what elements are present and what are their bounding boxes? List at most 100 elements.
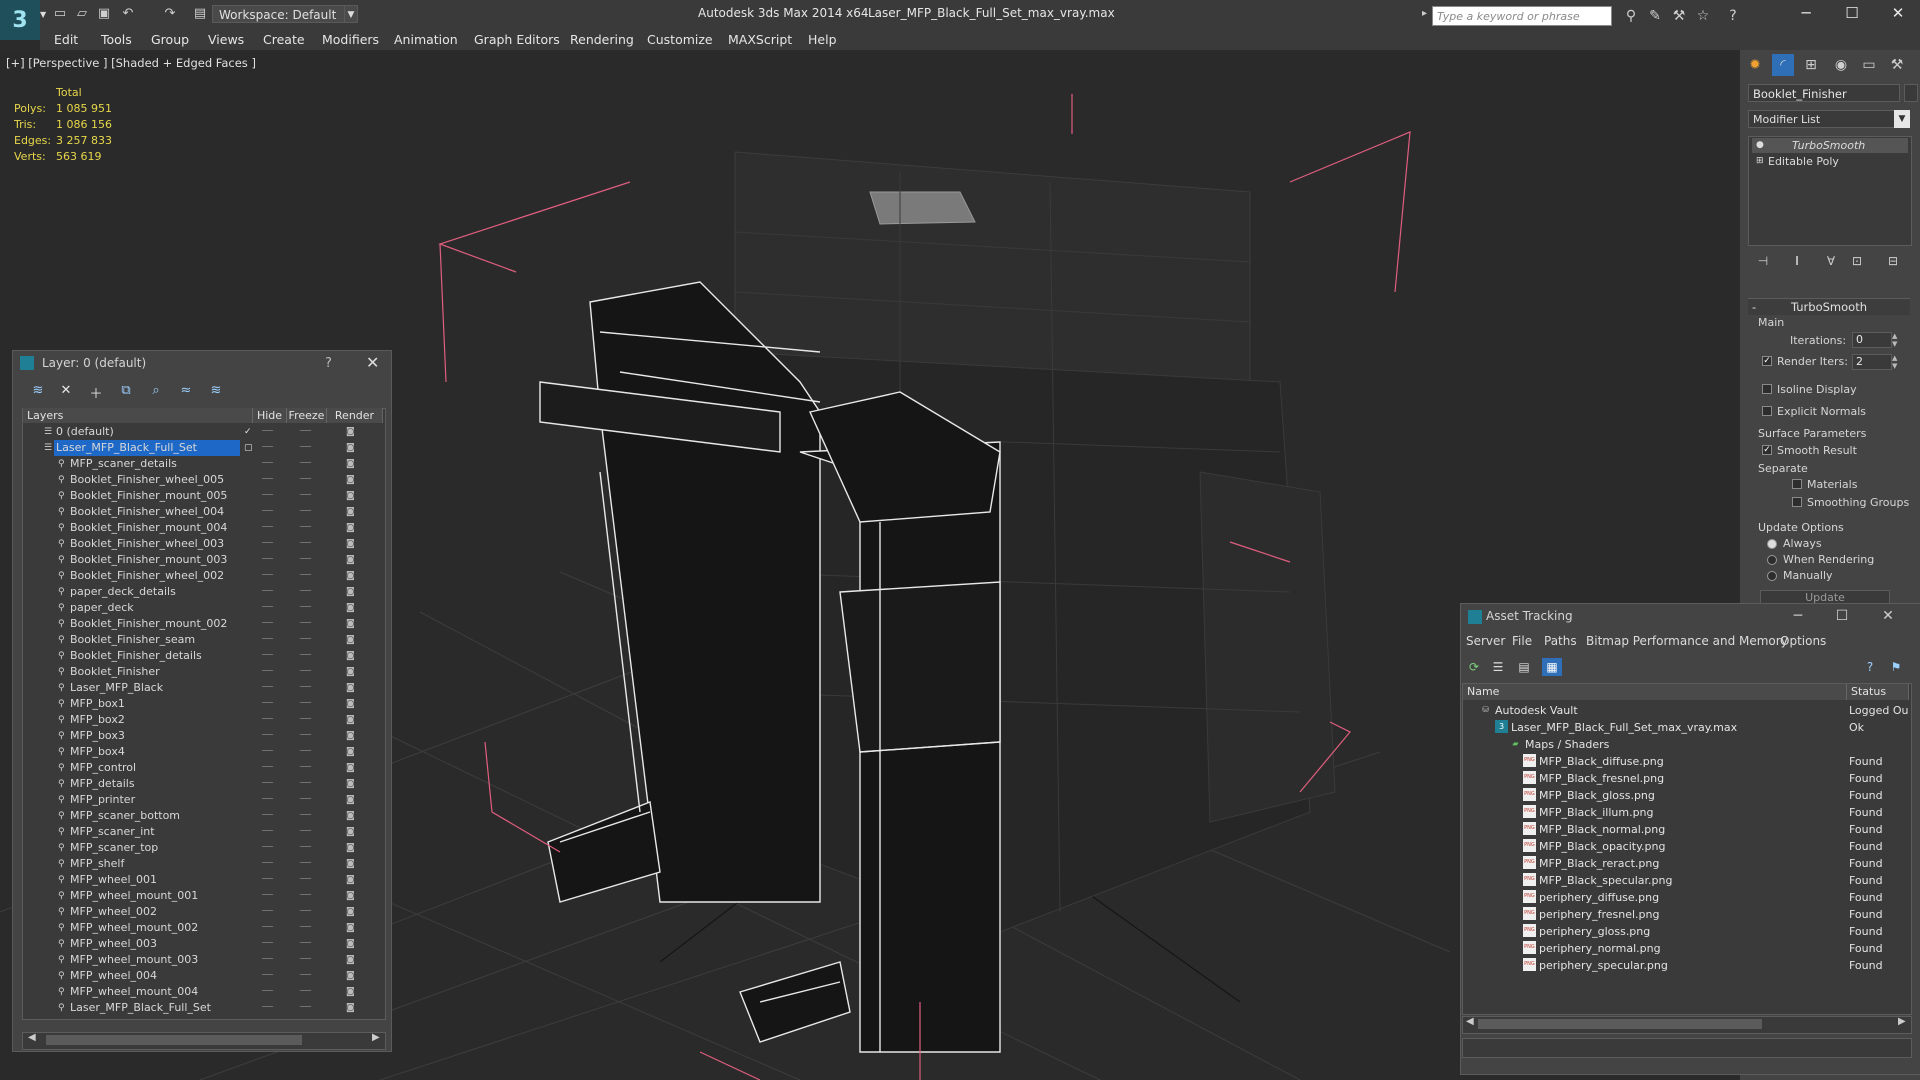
layer-row[interactable]: ⚲ MFP_wheel_mount_002 ── ── ◙ — [24, 920, 382, 936]
communication-center-icon[interactable]: ✎ — [1646, 7, 1664, 25]
freeze-toggle[interactable]: ── — [300, 952, 311, 968]
pin-icon[interactable]: ⚑ — [1886, 658, 1906, 676]
layer-row[interactable]: ⚲ MFP_wheel_001 ── ── ◙ — [24, 872, 382, 888]
freeze-toggle[interactable]: ── — [300, 712, 311, 728]
highlight-layer-icon[interactable]: ≈ — [176, 383, 196, 401]
asset-menu-bitmap-performance[interactable]: Bitmap Performance and Memory — [1586, 634, 1788, 648]
render-teapot-icon[interactable]: ◙ — [346, 824, 355, 840]
undo-icon[interactable]: ↶ — [118, 5, 138, 23]
layer-row[interactable]: ⚲ Booklet_Finisher_mount_003 ── ── ◙ — [24, 552, 382, 568]
layer-row[interactable]: ☰ Laser_MFP_Black_Full_Set ▢ ── ── ◙ — [24, 440, 382, 456]
render-teapot-icon[interactable]: ◙ — [346, 840, 355, 856]
select-objects-in-layer-icon[interactable]: ⌕ — [146, 383, 166, 401]
layer-row[interactable]: ⚲ Booklet_Finisher_mount_002 ── ── ◙ — [24, 616, 382, 632]
layer-row[interactable]: ⚲ Laser_MFP_Black ── ── ◙ — [24, 680, 382, 696]
layer-row[interactable]: ⚲ MFP_box1 ── ── ◙ — [24, 696, 382, 712]
close-icon[interactable]: ✕ — [1868, 605, 1908, 627]
render-teapot-icon[interactable]: ◙ — [346, 920, 355, 936]
layer-row[interactable]: ⚲ Booklet_Finisher_mount_004 ── ── ◙ — [24, 520, 382, 536]
freeze-toggle[interactable]: ── — [300, 856, 311, 872]
render-teapot-icon[interactable]: ◙ — [346, 1000, 355, 1016]
scroll-left-icon[interactable]: ◀ — [1466, 1016, 1474, 1027]
display-tab-icon[interactable]: ▭ — [1858, 54, 1880, 76]
save-icon[interactable]: ▣ — [94, 5, 114, 23]
render-teapot-icon[interactable]: ◙ — [346, 568, 355, 584]
asset-row[interactable]: ▰ Maps / Shaders — [1463, 736, 1909, 753]
render-teapot-icon[interactable]: ◙ — [346, 760, 355, 776]
freeze-toggle[interactable]: ── — [300, 632, 311, 648]
spinner-arrows-icon[interactable]: ▲ ▼ — [1892, 332, 1897, 348]
layer-row[interactable]: ⚲ MFP_printer ── ── ◙ — [24, 792, 382, 808]
add-selection-to-layer-icon[interactable]: ⧉ — [116, 383, 136, 401]
hide-toggle[interactable]: ── — [262, 440, 273, 456]
hide-toggle[interactable]: ── — [262, 968, 273, 984]
layer-row[interactable]: ⚲ Booklet_Finisher_wheel_004 ── ── ◙ — [24, 504, 382, 520]
modify-tab-icon[interactable]: ◜ — [1772, 54, 1794, 76]
help-icon[interactable]: ? — [1860, 658, 1880, 676]
smoothing-groups-checkbox[interactable] — [1792, 497, 1802, 507]
close-icon[interactable]: ✕ — [366, 353, 379, 372]
search-expand-icon[interactable]: ▸ — [1422, 8, 1427, 19]
render-teapot-icon[interactable]: ◙ — [346, 792, 355, 808]
modifier-list-arrow-icon[interactable]: ▼ — [1894, 110, 1910, 128]
layer-row[interactable]: ⚲ MFP_wheel_mount_003 ── ── ◙ — [24, 952, 382, 968]
freeze-toggle[interactable]: ── — [300, 440, 311, 456]
hierarchy-tab-icon[interactable]: ⊞ — [1800, 54, 1822, 76]
hide-toggle[interactable]: ── — [262, 776, 273, 792]
column-render[interactable]: Render — [327, 408, 383, 423]
layer-row[interactable]: ⚲ MFP_wheel_003 ── ── ◙ — [24, 936, 382, 952]
layer-row[interactable]: ⚲ paper_deck ── ── ◙ — [24, 600, 382, 616]
refresh-icon[interactable]: ⟳ — [1464, 658, 1484, 676]
render-teapot-icon[interactable]: ◙ — [346, 424, 355, 440]
layer-row[interactable]: ⚲ Booklet_Finisher_seam ── ── ◙ — [24, 632, 382, 648]
render-iters-checkbox[interactable]: ✓ — [1762, 356, 1772, 366]
render-teapot-icon[interactable]: ◙ — [346, 456, 355, 472]
hide-toggle[interactable]: ── — [262, 808, 273, 824]
menu-maxscript[interactable]: MAXScript — [728, 32, 792, 47]
isoline-display-checkbox[interactable] — [1762, 384, 1772, 394]
render-teapot-icon[interactable]: ◙ — [346, 584, 355, 600]
remove-modifier-icon[interactable]: ⊡ — [1848, 254, 1866, 272]
freeze-toggle[interactable]: ── — [300, 808, 311, 824]
scroll-left-icon[interactable]: ◀ — [28, 1032, 36, 1043]
freeze-toggle[interactable]: ── — [300, 872, 311, 888]
freeze-toggle[interactable]: ── — [300, 904, 311, 920]
layer-row[interactable]: ☰ 0 (default) ✓ ── ── ◙ — [24, 424, 382, 440]
asset-row[interactable]: ⛁ Autodesk Vault Logged Ou — [1463, 702, 1909, 719]
column-status[interactable]: Status — [1847, 684, 1909, 700]
menu-tools[interactable]: Tools — [101, 32, 132, 47]
viewport-label[interactable]: [+] [Perspective ] [Shaded + Edged Faces… — [6, 56, 256, 70]
lightbulb-icon[interactable]: ● — [1756, 138, 1764, 153]
render-teapot-icon[interactable]: ◙ — [346, 472, 355, 488]
hide-freeze-all-icon[interactable]: ≋ — [206, 383, 226, 401]
materials-checkbox[interactable] — [1792, 479, 1802, 489]
menu-views[interactable]: Views — [208, 32, 244, 47]
freeze-toggle[interactable]: ── — [300, 600, 311, 616]
render-teapot-icon[interactable]: ◙ — [346, 936, 355, 952]
new-file-icon[interactable]: ▭ — [50, 5, 70, 23]
hide-toggle[interactable]: ── — [262, 680, 273, 696]
hide-toggle[interactable]: ── — [262, 840, 273, 856]
column-layers[interactable]: Layers — [23, 408, 253, 423]
current-layer-check-icon[interactable]: ✓ — [244, 424, 252, 440]
render-teapot-icon[interactable]: ◙ — [346, 744, 355, 760]
render-teapot-icon[interactable]: ◙ — [346, 888, 355, 904]
hide-toggle[interactable]: ── — [262, 616, 273, 632]
maximize-icon[interactable]: ☐ — [1822, 605, 1862, 627]
menu-rendering[interactable]: Rendering — [570, 32, 634, 47]
redo-icon[interactable]: ↷ — [160, 5, 180, 23]
hide-toggle[interactable]: ── — [262, 456, 273, 472]
menu-create[interactable]: Create — [263, 32, 305, 47]
hide-toggle[interactable]: ── — [262, 888, 273, 904]
maximize-icon[interactable]: ☐ — [1830, 0, 1874, 28]
asset-row[interactable]: PNG MFP_Black_normal.png Found — [1463, 821, 1909, 838]
hide-toggle[interactable]: ── — [262, 568, 273, 584]
render-teapot-icon[interactable]: ◙ — [346, 440, 355, 456]
hide-toggle[interactable]: ── — [262, 664, 273, 680]
hide-toggle[interactable]: ── — [262, 712, 273, 728]
render-teapot-icon[interactable]: ◙ — [346, 984, 355, 1000]
render-teapot-icon[interactable]: ◙ — [346, 808, 355, 824]
minimize-icon[interactable]: ─ — [1778, 605, 1818, 627]
layer-row[interactable]: ⚲ MFP_details ── ── ◙ — [24, 776, 382, 792]
create-tab-icon[interactable]: ✹ — [1744, 54, 1766, 76]
